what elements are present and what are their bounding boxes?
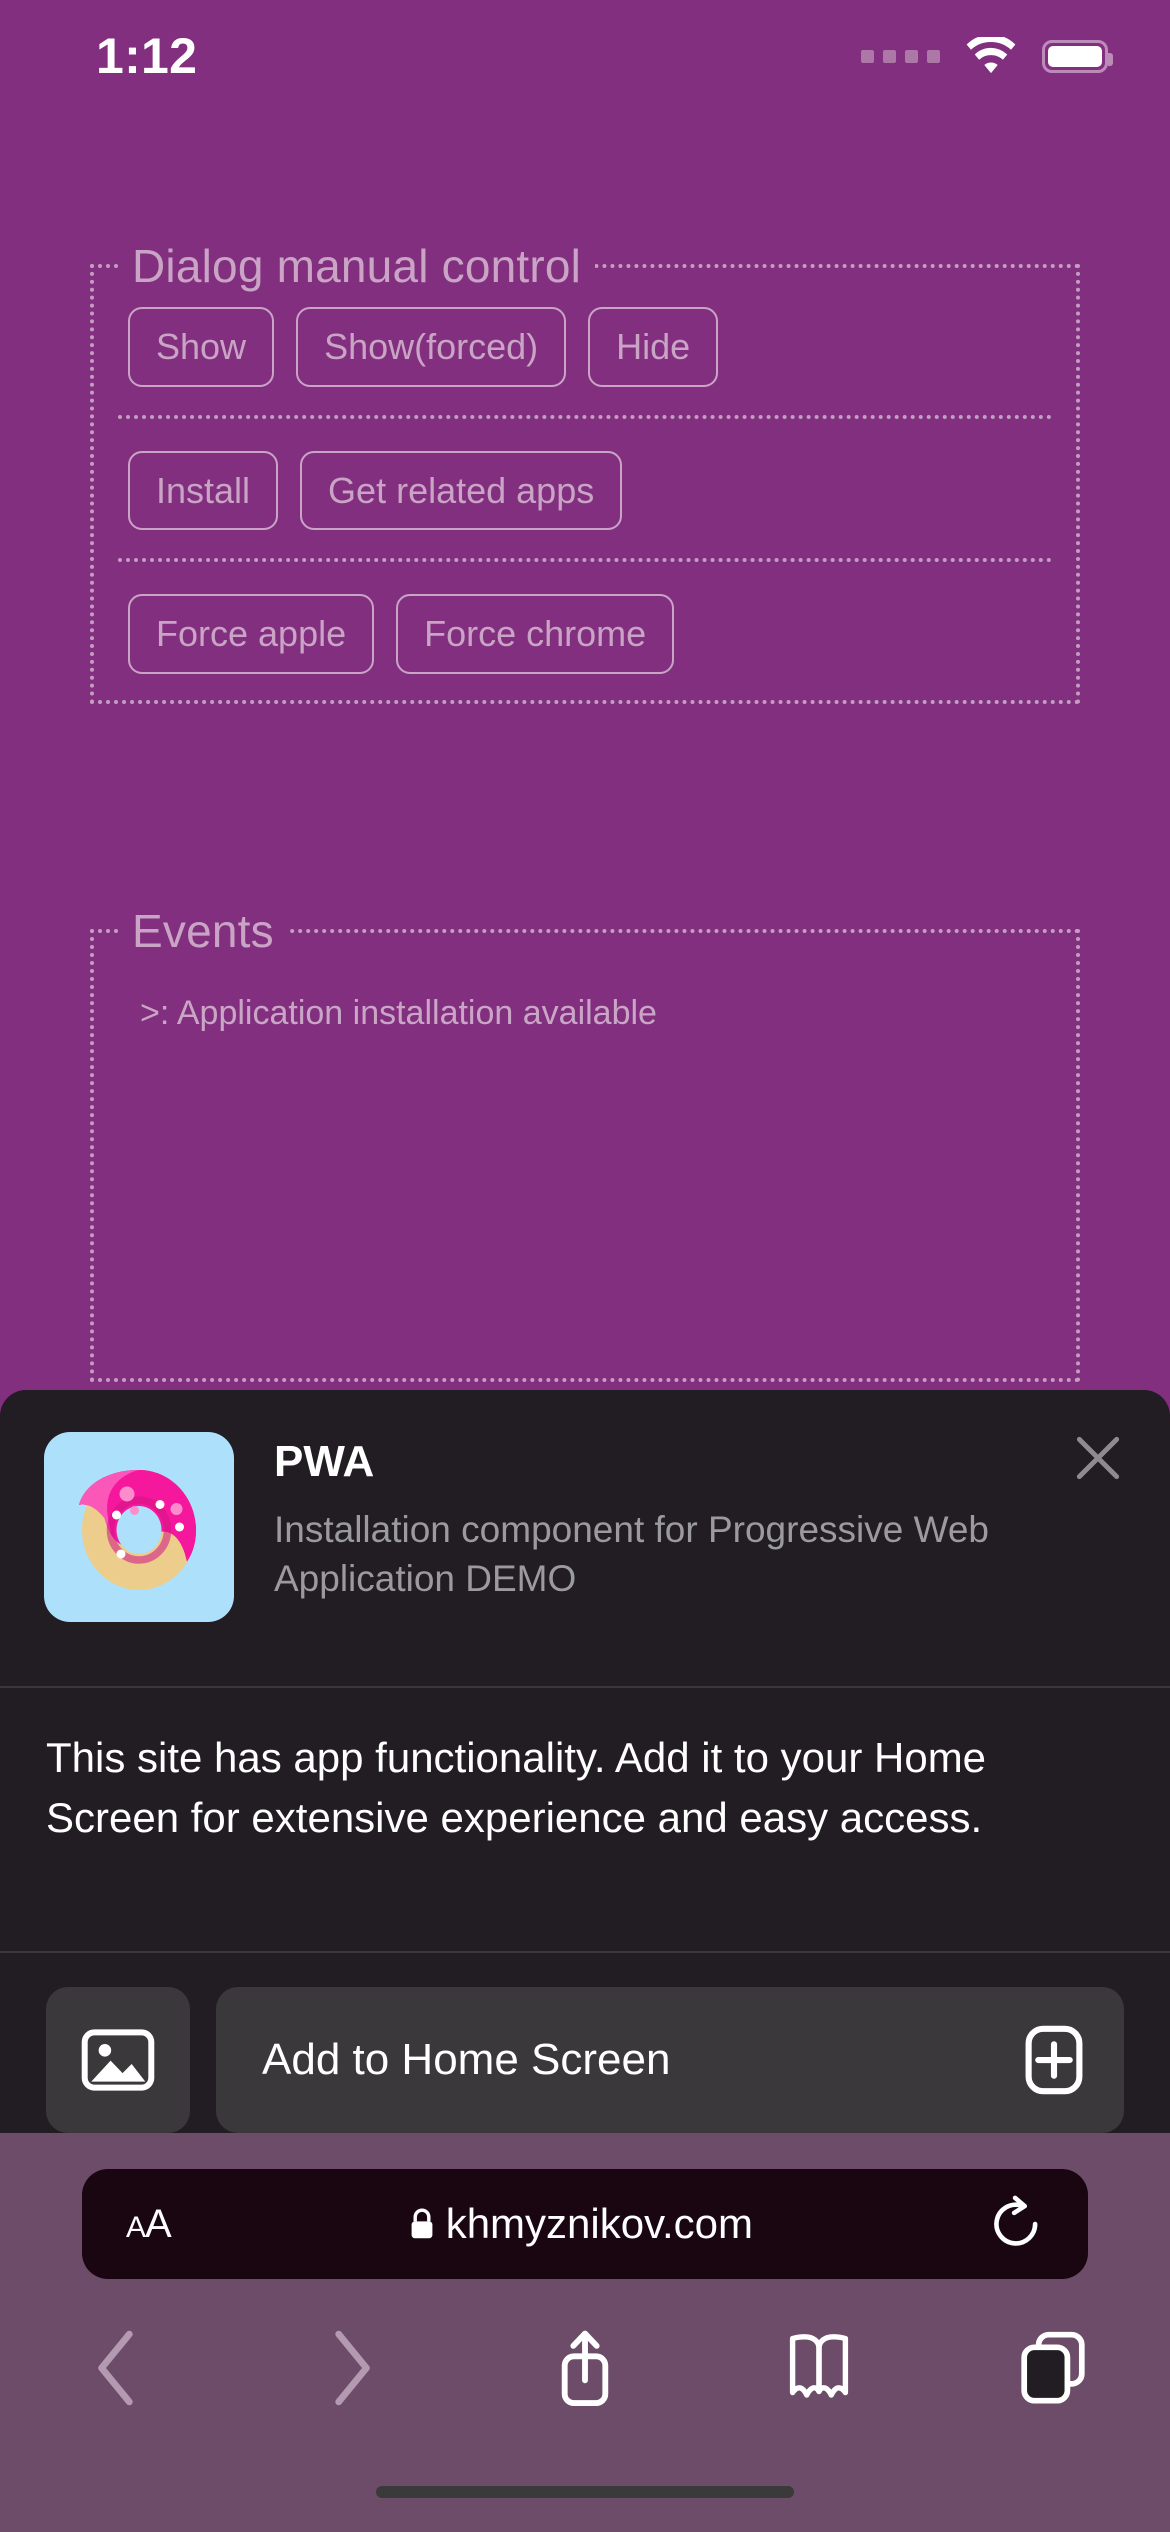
home-indicator[interactable] [376,2486,794,2498]
book-icon [789,2334,849,2398]
install-sheet-app-info: PWA Installation component for Progressi… [234,1432,1126,1686]
share-icon [561,2330,609,2406]
dialog-row-1: Show Show(forced) Hide [118,293,1052,387]
photo-image-icon [81,2029,155,2091]
back-button[interactable] [0,2328,234,2408]
plus-square-icon [1025,2025,1083,2095]
chevron-left-icon [98,2330,133,2406]
safari-toolbar [0,2303,1170,2433]
reload-icon[interactable] [990,2195,1044,2253]
tabs-button[interactable] [936,2330,1170,2406]
install-button[interactable]: Install [128,450,279,531]
add-to-home-screen-label: Add to Home Screen [262,2035,671,2084]
add-to-home-screen-button[interactable]: Add to Home Screen [216,1987,1124,2133]
page-content: Dialog manual control Show Show(forced) … [0,104,1170,1382]
lock-icon [411,2208,433,2239]
close-icon[interactable] [1070,1430,1126,1486]
pwa-install-sheet: PWA Installation component for Progressi… [0,1390,1170,2133]
gallery-button[interactable] [46,1987,190,2133]
status-time: 1:12 [96,28,198,84]
hide-button[interactable]: Hide [588,307,719,387]
signal-dots-icon [861,49,940,63]
events-section-legend: Events [132,904,274,957]
show-button[interactable]: Show [128,307,275,387]
url-display[interactable]: khmyznikov.com [408,2200,753,2248]
force-chrome-button[interactable]: Force chrome [396,594,675,674]
safari-bottom-bar: AAAA khmyznikov.com [0,2133,1170,2532]
tabs-icon [1021,2331,1085,2404]
forward-button[interactable] [234,2328,468,2408]
dialog-manual-control-fieldset: Dialog manual control Show Show(forced) … [90,239,1080,704]
status-indicators [861,37,1113,75]
events-log: >: Application installation available [118,958,1052,1378]
wifi-icon [966,37,1016,74]
bookmarks-button[interactable] [702,2332,936,2404]
donut-app-icon [44,1432,234,1622]
dialog-row-3: Force apple Force chrome [118,558,1052,674]
install-sheet-header: PWA Installation component for Progressi… [0,1390,1170,1686]
share-button[interactable] [468,2328,702,2408]
dialog-row-2: Install Get related apps [118,414,1052,531]
event-entry: >: Application installation available [140,993,657,1032]
dialog-section-legend: Dialog manual control [132,240,582,292]
app-description: Installation component for Progressive W… [274,1509,990,1600]
text-size-button[interactable]: AAAA [126,2202,172,2247]
address-bar[interactable]: AAAA khmyznikov.com [82,2169,1088,2279]
battery-full-icon [1042,39,1113,73]
get-related-apps-button[interactable]: Get related apps [300,450,623,531]
force-apple-button[interactable]: Force apple [128,594,375,674]
chevron-right-icon [335,2330,370,2406]
show-forced-button[interactable]: Show(forced) [296,307,567,387]
install-sheet-actions: Add to Home Screen [0,1953,1170,2133]
app-title: PWA [274,1437,375,1486]
events-fieldset: Events >: Application installation avail… [90,903,1080,1382]
install-instruction-text: This site has app functionality. Add it … [46,1734,987,1841]
status-bar: 1:12 [0,0,1170,104]
url-text: khmyznikov.com [445,2200,753,2247]
